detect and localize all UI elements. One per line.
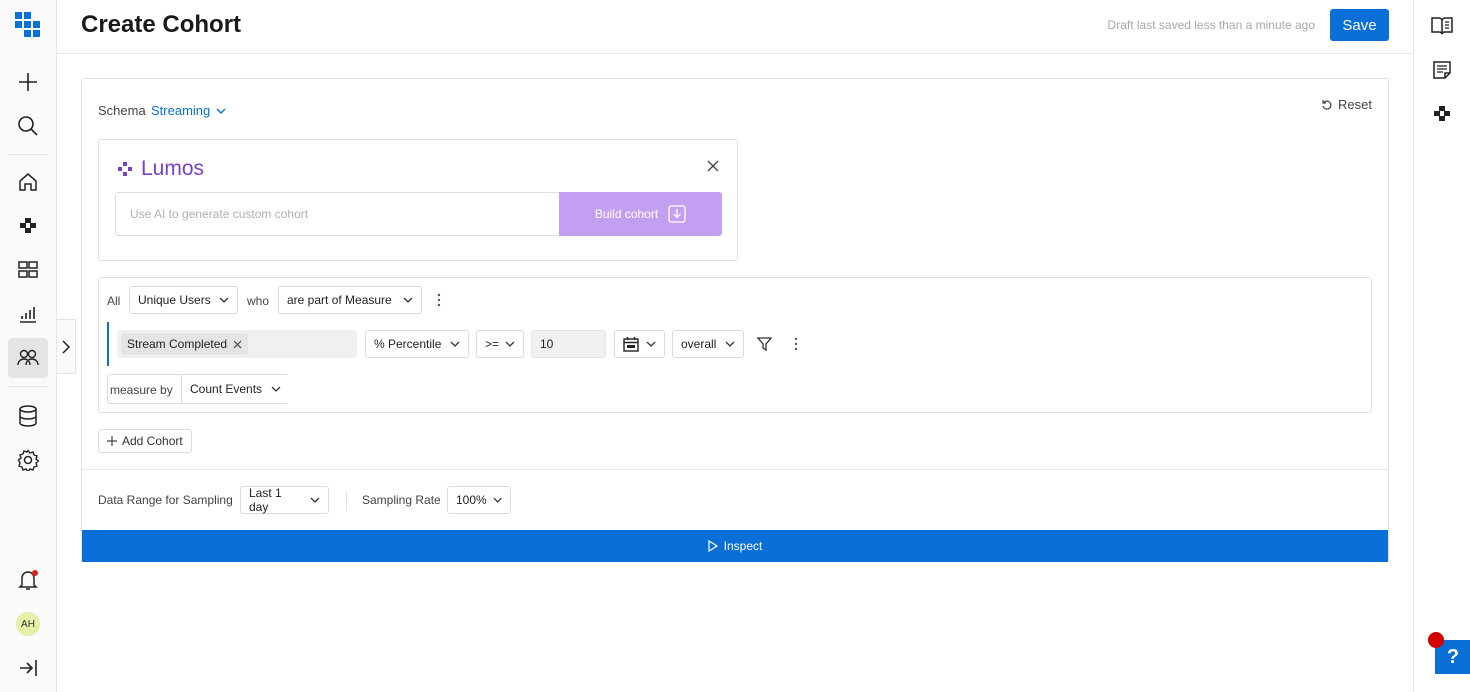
event-select[interactable]: Stream Completed [117,330,357,358]
calendar-icon [623,337,639,352]
inspect-button[interactable]: Inspect [82,530,1388,562]
chevron-down-icon [216,108,226,114]
sampling-range-value: Last 1 day [249,486,282,514]
scope-value: overall [681,337,717,351]
more-options-icon[interactable] [794,337,798,351]
event-chip: Stream Completed [121,333,249,355]
notes-icon[interactable] [1430,58,1454,82]
operator-select[interactable]: >= [476,330,524,358]
settings-icon[interactable] [8,440,48,480]
threshold-input[interactable]: 10 [531,330,606,358]
subject-select[interactable]: Unique Users [129,286,238,314]
divider [346,491,347,511]
chevron-down-icon [271,386,281,392]
sampling-rate-value: 100% [456,493,487,507]
build-cohort-label: Build cohort [594,207,659,221]
collapse-icon[interactable] [8,648,48,688]
chevron-down-icon [725,341,735,347]
schema-value: Streaming [151,103,211,118]
measure-by-label: measure by [110,383,173,397]
chevron-down-icon [450,341,460,347]
chevron-down-icon [493,497,502,503]
chart-icon[interactable] [8,294,48,334]
explore-icon[interactable] [1430,102,1454,126]
add-cohort-button[interactable]: Add Cohort [98,429,192,453]
chevron-down-icon [646,341,656,347]
who-label: who [247,294,270,308]
scope-select[interactable]: overall [672,330,744,358]
metric-value: % Percentile [374,337,442,351]
search-icon[interactable] [8,106,48,146]
database-icon[interactable] [8,396,48,436]
right-sidebar: ? [1413,0,1470,692]
lumos-panel: Lumos Build cohort [98,139,738,261]
home-icon[interactable] [8,162,48,202]
left-sidebar: AH [0,0,57,692]
chevron-right-icon [62,339,71,354]
chevron-down-icon [310,497,320,503]
schema-select[interactable]: Streaming [151,103,226,118]
rule-prefix: All [107,294,121,308]
cohorts-icon[interactable] [8,338,48,378]
schema-label: Schema [98,103,146,118]
logo-icon[interactable] [8,5,48,45]
measure-by-select[interactable]: Count Events [181,375,289,403]
sampling-range-select[interactable]: Last 1 day [240,486,329,514]
reset-button[interactable]: Reset [1321,97,1372,112]
event-chip-label: Stream Completed [127,337,228,351]
chevron-down-icon [403,297,413,303]
download-icon [668,205,686,223]
page-title: Create Cohort [81,11,242,38]
reset-label: Reset [1338,97,1372,112]
chevron-down-icon [505,341,515,347]
plus-icon [107,436,117,446]
more-options-icon[interactable] [437,293,441,307]
rule-indicator [107,322,109,366]
plus-icon[interactable] [8,62,48,102]
bell-icon[interactable] [8,560,48,600]
lumos-sparkle-icon [118,162,132,176]
save-button[interactable]: Save [1330,9,1389,41]
help-notification-dot [1428,632,1444,648]
close-icon[interactable] [707,160,719,172]
cohort-builder-card: Schema Streaming Reset Lumos Build cohor… [81,78,1389,562]
build-cohort-button[interactable]: Build cohort [559,192,722,236]
subject-value: Unique Users [138,293,211,307]
sampling-range-label: Data Range for Sampling [98,493,233,507]
avatar[interactable]: AH [16,612,40,636]
dashboard-icon[interactable] [8,250,48,290]
book-icon[interactable] [1430,14,1454,38]
explore-icon[interactable] [8,206,48,246]
chevron-down-icon [219,297,229,303]
lumos-name: Lumos [141,157,205,180]
notification-dot [32,570,38,576]
divider [82,469,1388,470]
header: Create Cohort Draft last saved less than… [57,0,1413,54]
lumos-logo: Lumos [117,157,204,181]
cohort-rule-panel: All Unique Users who are part of Measure… [98,277,1372,413]
play-icon [708,540,718,552]
condition-value: are part of Measure [287,293,392,307]
operator-value: >= [485,337,500,351]
filter-icon[interactable] [757,337,772,351]
expand-panel-button[interactable] [57,319,76,374]
reset-icon [1322,99,1332,110]
condition-select[interactable]: are part of Measure [278,286,422,314]
draft-status: Draft last saved less than a minute ago [1107,18,1315,32]
sampling-rate-label: Sampling Rate [362,493,441,507]
measure-by-group: measure by Count Events [107,374,289,404]
close-icon[interactable] [233,340,242,349]
inspect-label: Inspect [723,539,763,553]
date-range-select[interactable] [614,330,665,358]
ai-prompt-input[interactable] [115,192,559,236]
measure-by-value: Count Events [190,382,263,396]
sampling-rate-select[interactable]: 100% [447,486,511,514]
metric-select[interactable]: % Percentile [365,330,469,358]
add-cohort-label: Add Cohort [122,434,183,448]
